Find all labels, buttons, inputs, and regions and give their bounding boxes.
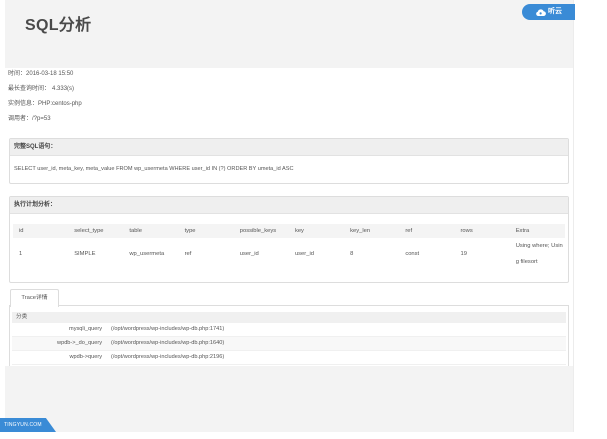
trace-function: wpdb->query [12, 350, 105, 365]
query-info: 时间：2016-03-18 15:50 最长查询时间： 4.333(s) 实例信息… [8, 67, 82, 127]
trace-table: 分类 mysqli_query (/opt/wordpress/wp-inclu… [12, 312, 566, 365]
column-header-possible-keys: possible_keys [233, 224, 289, 238]
cell-possible-keys: user_id [239, 251, 259, 257]
panel-title: 执行计划分析： [10, 197, 568, 214]
panel-title: 完整SQL语句： [10, 139, 568, 156]
column-header-ref: ref [399, 224, 455, 238]
trace-function: wpdb->_do_query [12, 336, 105, 351]
explain-table: id select_type table type possible_keys … [13, 224, 565, 270]
table-row: mysqli_query (/opt/wordpress/wp-includes… [12, 323, 566, 337]
column-header-rows: rows [454, 224, 510, 238]
tab-trace-details[interactable]: Trace详情 [10, 289, 59, 307]
trace-header-row: 分类 [12, 312, 566, 323]
column-header-category: 分类 [12, 312, 566, 323]
trace-location: (/opt/wordpress/wp-includes/wp-db.php:17… [105, 323, 566, 337]
info-caller: 调用者：/?p=53 [8, 112, 82, 127]
trace-function: mysqli_query [12, 323, 105, 337]
page-header: SQL分析 听云 [5, 0, 575, 68]
info-value: /?p=53 [32, 116, 51, 122]
trace-location: (/opt/wordpress/wp-includes/wp-db.php:16… [105, 336, 566, 351]
sql-statement: SELECT user_id, meta_key, meta_value FRO… [14, 166, 294, 172]
cell-id: 1 [19, 251, 23, 257]
page-title: SQL分析 [25, 17, 92, 34]
info-label: 调用者： [8, 116, 33, 122]
full-sql-panel: 完整SQL语句： SELECT user_id, meta_key, meta_… [9, 138, 569, 184]
explain-header-row: id select_type table type possible_keys … [13, 224, 565, 238]
column-header-select-type: select_type [68, 224, 124, 238]
table-row: 1 SIMPLE wp_usermeta ref user_id user_id… [13, 238, 565, 270]
info-time: 时间：2016-03-18 15:50 [8, 67, 82, 82]
cell-ref: const [405, 251, 420, 257]
cell-rows: 19 [460, 251, 467, 257]
explain-plan-panel: 执行计划分析： id select_type table type possib… [9, 196, 569, 283]
column-header-table: table [123, 224, 179, 238]
column-header-id: id [13, 224, 69, 238]
logo-text: 听云 [548, 8, 562, 15]
cell-select-type: SIMPLE [74, 251, 96, 257]
cell-type: ref [184, 251, 192, 257]
report-container: SQL分析 听云 时间：2016-03-18 15:50 最长查询时间： 4.33… [5, 0, 575, 432]
column-header-key: key [288, 224, 345, 238]
info-label: 最长查询时间： [8, 86, 51, 92]
info-label: 实例信息： [8, 101, 39, 107]
trace-panel: 分类 mysqli_query (/opt/wordpress/wp-inclu… [9, 305, 569, 367]
info-max-query-time: 最长查询时间： 4.333(s) [8, 82, 82, 97]
info-value: PHP:centos-php [38, 101, 82, 107]
cell-key: user_id [294, 251, 314, 257]
info-instance: 实例信息：PHP:centos-php [8, 97, 82, 112]
tingyun-logo[interactable]: 听云 [522, 4, 575, 20]
page: SQL分析 听云 时间：2016-03-18 15:50 最长查询时间： 4.33… [0, 0, 607, 439]
trace-location: (/opt/wordpress/wp-includes/wp-db.php:21… [105, 350, 566, 365]
column-header-type: type [178, 224, 234, 238]
cell-table: wp_usermeta [129, 251, 165, 257]
column-header-key-len: key_len [344, 224, 400, 238]
info-label: 时间： [8, 71, 27, 77]
cell-extra: Using where; Using filesort [515, 243, 563, 265]
cloud-icon [535, 8, 546, 16]
column-header-extra: Extra [509, 224, 565, 238]
info-value: 4.333(s) [52, 86, 75, 92]
footer-area [5, 366, 573, 432]
info-value: 2016-03-18 15:50 [26, 71, 74, 77]
cell-key-len: 8 [350, 251, 354, 257]
table-row: wpdb->_do_query (/opt/wordpress/wp-inclu… [12, 336, 566, 351]
table-row: wpdb->query (/opt/wordpress/wp-includes/… [12, 350, 566, 365]
